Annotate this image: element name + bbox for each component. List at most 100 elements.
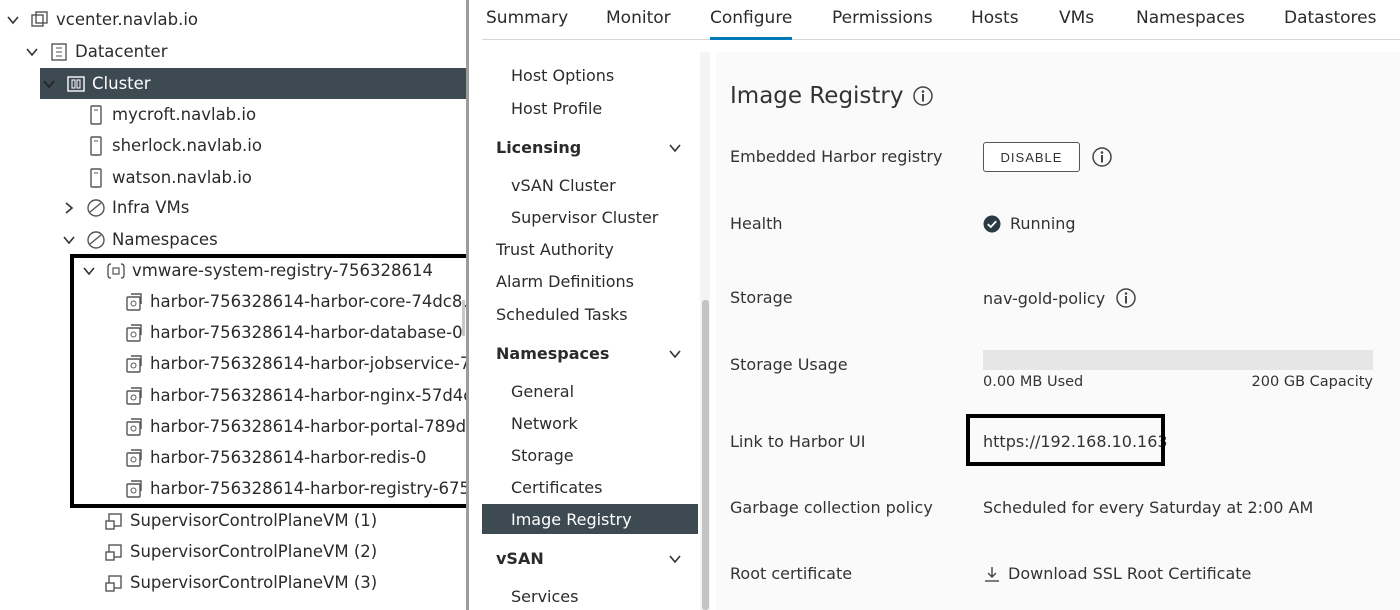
host-icon <box>90 104 102 125</box>
tree-node-infra-vms[interactable]: Infra VMs <box>62 192 189 223</box>
tree-label-infra-vms: Infra VMs <box>112 198 190 217</box>
tree-label-control-vm: SupervisorControlPlaneVM (1) <box>130 511 378 530</box>
chevron-right-icon[interactable] <box>62 201 76 215</box>
tree-node-vcenter[interactable]: vcenter.navlab.io <box>6 4 198 35</box>
gc-policy-label: Garbage collection policy <box>730 498 933 517</box>
disable-button[interactable]: DISABLE <box>983 142 1080 172</box>
nav-item-general[interactable]: General <box>482 376 698 406</box>
resource-pool-icon <box>87 198 105 217</box>
page-title-text: Image Registry <box>730 83 904 109</box>
tab-monitor[interactable]: Monitor <box>606 0 671 40</box>
tree-node-host[interactable]: mycroft.navlab.io <box>86 99 256 130</box>
tree-node-datacenter[interactable]: Datacenter <box>25 36 167 67</box>
nav-group-label: Licensing <box>496 137 582 157</box>
object-tabs: Summary Monitor Configure Permissions Ho… <box>482 0 1400 40</box>
tab-permissions[interactable]: Permissions <box>832 0 933 40</box>
harbor-link-label: Link to Harbor UI <box>730 432 866 451</box>
storage-value: nav-gold-policy <box>983 287 1137 309</box>
tree-label-vcenter: vcenter.navlab.io <box>56 10 199 29</box>
tree-label-control-vm: SupervisorControlPlaneVM (2) <box>130 542 378 561</box>
storage-used-text: 0.00 MB Used <box>983 374 1084 390</box>
tree-node-host[interactable]: watson.navlab.io <box>86 162 252 193</box>
nav-item-trust-authority[interactable]: Trust Authority <box>482 234 698 264</box>
tree-label-namespaces: Namespaces <box>112 230 218 249</box>
storage-usage-label: Storage Usage <box>730 355 848 374</box>
storage-label: Storage <box>730 288 793 307</box>
health-label: Health <box>730 214 783 233</box>
nav-group-namespaces[interactable]: Namespaces <box>482 338 698 368</box>
chevron-down-icon[interactable] <box>668 141 682 155</box>
tree-node-control-vm[interactable]: SupervisorControlPlaneVM (3) <box>104 567 377 598</box>
tree-node-cluster[interactable]: Cluster <box>40 68 466 99</box>
chevron-down-icon[interactable] <box>668 552 682 566</box>
control-plane-vm-icon <box>105 512 122 530</box>
chevron-down-icon[interactable] <box>25 45 39 59</box>
page-title: Image Registry <box>730 83 934 109</box>
nav-group-licensing[interactable]: Licensing <box>482 132 698 162</box>
nav-item-storage[interactable]: Storage <box>482 440 698 470</box>
info-icon[interactable] <box>1091 146 1113 168</box>
download-icon <box>985 566 999 582</box>
nav-item-host-options[interactable]: Host Options <box>482 60 698 90</box>
nav-item-image-registry[interactable]: Image Registry <box>482 504 698 534</box>
tree-label-host: mycroft.navlab.io <box>112 105 257 124</box>
tab-configure[interactable]: Configure <box>710 0 793 40</box>
nav-item-vsan-cluster[interactable]: vSAN Cluster <box>482 170 698 200</box>
info-icon[interactable] <box>912 85 934 107</box>
chevron-down-icon[interactable] <box>6 13 20 27</box>
cluster-icon <box>67 75 85 92</box>
highlight-box-pods <box>70 254 466 508</box>
image-registry-panel <box>716 52 1400 610</box>
resource-pool-icon <box>87 230 105 249</box>
highlight-box-link <box>966 414 1165 466</box>
tree-node-namespaces[interactable]: Namespaces <box>62 224 218 255</box>
storage-capacity-text: 200 GB Capacity <box>1251 374 1373 390</box>
storage-policy-text: nav-gold-policy <box>983 288 1106 308</box>
embedded-harbor-label: Embedded Harbor registry <box>730 147 943 166</box>
chevron-down-icon[interactable] <box>42 77 56 91</box>
tree-label-host: watson.navlab.io <box>112 168 252 187</box>
tree-label-host: sherlock.navlab.io <box>112 136 262 155</box>
nav-group-vsan[interactable]: vSAN <box>482 543 698 573</box>
tree-label-cluster: Cluster <box>92 74 151 93</box>
pane-splitter[interactable] <box>466 0 469 610</box>
health-value: Running <box>983 214 1076 233</box>
nav-item-services[interactable]: Services <box>482 581 698 610</box>
tree-scrollbar[interactable] <box>462 300 465 336</box>
check-circle-icon <box>983 215 1001 232</box>
chevron-down-icon[interactable] <box>668 347 682 361</box>
datacenter-icon <box>51 42 67 61</box>
info-icon[interactable] <box>1115 287 1137 309</box>
tree-node-control-vm[interactable]: SupervisorControlPlaneVM (2) <box>104 536 377 567</box>
tree-label-datacenter: Datacenter <box>75 42 168 61</box>
download-cert-link[interactable]: Download SSL Root Certificate <box>983 564 1251 583</box>
nav-scrollbar-thumb[interactable] <box>702 300 709 610</box>
host-icon <box>90 167 102 188</box>
nav-item-supervisor-cluster[interactable]: Supervisor Cluster <box>482 202 698 232</box>
nav-group-label: vSAN <box>496 548 544 568</box>
nav-group-label: Namespaces <box>496 343 610 363</box>
tab-hosts[interactable]: Hosts <box>971 0 1019 40</box>
tab-summary[interactable]: Summary <box>486 0 568 40</box>
storage-usage-bar <box>983 350 1373 370</box>
configure-nav: Host Options Host Profile Licensing vSAN… <box>482 52 698 610</box>
tree-label-control-vm: SupervisorControlPlaneVM (3) <box>130 573 378 592</box>
nav-item-network[interactable]: Network <box>482 408 698 438</box>
nav-item-host-profile[interactable]: Host Profile <box>482 93 698 123</box>
tab-namespaces[interactable]: Namespaces <box>1136 0 1245 40</box>
tab-datastores[interactable]: Datastores <box>1284 0 1376 40</box>
host-icon <box>90 135 102 156</box>
nav-item-alarm-definitions[interactable]: Alarm Definitions <box>482 266 698 296</box>
control-plane-vm-icon <box>105 543 122 561</box>
health-value-text: Running <box>1010 214 1076 233</box>
tree-node-control-vm[interactable]: SupervisorControlPlaneVM (1) <box>104 505 377 536</box>
inventory-tree: vcenter.navlab.io Datacenter Cluster myc… <box>0 0 466 610</box>
control-plane-vm-icon <box>105 574 122 592</box>
download-cert-text: Download SSL Root Certificate <box>1008 564 1252 583</box>
chevron-down-icon[interactable] <box>62 233 76 247</box>
tree-node-host[interactable]: sherlock.navlab.io <box>86 130 262 161</box>
nav-item-certificates[interactable]: Certificates <box>482 472 698 502</box>
root-cert-label: Root certificate <box>730 564 853 583</box>
nav-item-scheduled-tasks[interactable]: Scheduled Tasks <box>482 299 698 329</box>
tab-vms[interactable]: VMs <box>1059 0 1094 40</box>
